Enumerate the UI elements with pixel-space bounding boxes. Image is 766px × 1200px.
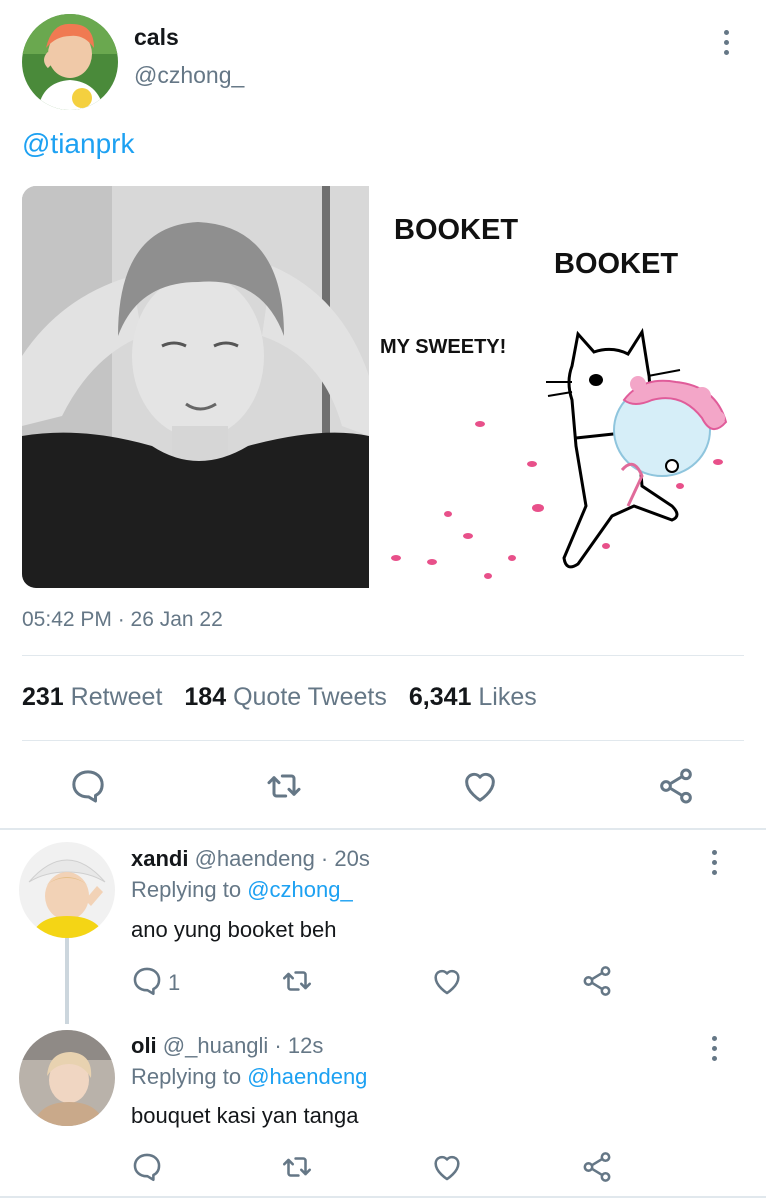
- heart-icon[interactable]: [430, 1150, 464, 1184]
- divider: [22, 740, 744, 741]
- tweet-photo-portrait[interactable]: [22, 186, 369, 588]
- reply-avatar[interactable]: [19, 1030, 115, 1126]
- replying-to-link[interactable]: @haendeng: [247, 1064, 367, 1089]
- section-divider: [0, 1196, 766, 1198]
- tweet-stats: 231 Retweet 184 Quote Tweets 6,341 Likes: [22, 683, 537, 712]
- more-icon[interactable]: [716, 30, 736, 66]
- retweets-stat[interactable]: 231 Retweet: [22, 683, 162, 712]
- reply-header: xandi @haendeng · 20s: [131, 846, 370, 872]
- share-icon[interactable]: [580, 1150, 614, 1184]
- heart-icon[interactable]: [460, 766, 500, 806]
- replying-to: Replying to @haendeng: [131, 1064, 368, 1089]
- tweet-text-mention[interactable]: @tianprk: [22, 128, 134, 160]
- reply-text: bouquet kasi yan tanga: [131, 1103, 359, 1128]
- reply-header: oli @_huangli · 12s: [131, 1033, 323, 1059]
- author-name[interactable]: cals: [134, 24, 179, 51]
- reply-icon[interactable]: [68, 766, 108, 806]
- reply-handle-time[interactable]: @haendeng · 20s: [195, 846, 370, 871]
- reply-author-name[interactable]: oli: [131, 1033, 157, 1058]
- tweet-timestamp[interactable]: 05:42 PM · 26 Jan 22: [22, 608, 223, 632]
- more-icon[interactable]: [704, 1036, 724, 1061]
- author-handle[interactable]: @czhong_: [134, 62, 244, 89]
- reply-count: 1: [168, 970, 181, 995]
- reply-handle-time[interactable]: @_huangli · 12s: [163, 1033, 324, 1058]
- retweet-icon[interactable]: [264, 766, 304, 806]
- cat-bouquet-drawing: [391, 327, 728, 579]
- replying-to: Replying to @czhong_: [131, 877, 353, 902]
- share-icon[interactable]: [580, 964, 614, 998]
- section-divider: [0, 828, 766, 830]
- divider: [22, 655, 744, 656]
- author-avatar[interactable]: [22, 14, 118, 110]
- quote-tweets-stat[interactable]: 184 Quote Tweets: [184, 683, 386, 712]
- share-icon[interactable]: [656, 766, 696, 806]
- reply-author-name[interactable]: xandi: [131, 846, 188, 871]
- retweet-icon[interactable]: [280, 1150, 314, 1184]
- likes-stat[interactable]: 6,341 Likes: [409, 683, 537, 712]
- tweet-photo-meme[interactable]: BOOKET BOOKET MY SWEETY!: [372, 186, 744, 588]
- retweet-icon[interactable]: [280, 964, 314, 998]
- reply-text: ano yung booket beh: [131, 917, 337, 942]
- reply-icon[interactable]: [130, 1150, 164, 1184]
- more-icon[interactable]: [704, 850, 724, 875]
- heart-icon[interactable]: [430, 964, 464, 998]
- thread-line: [65, 938, 69, 1024]
- replying-to-link[interactable]: @czhong_: [247, 877, 353, 902]
- reply-icon[interactable]: [130, 964, 164, 998]
- reply-avatar[interactable]: [19, 842, 115, 938]
